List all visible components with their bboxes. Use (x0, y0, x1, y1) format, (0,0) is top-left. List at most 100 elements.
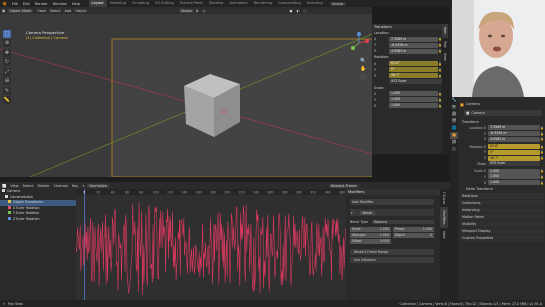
tab-tool[interactable]: Tool (442, 38, 448, 50)
shading-material-icon[interactable]: ◐ (294, 9, 301, 13)
prop-loc-z-field[interactable]: 4.9583 m (488, 136, 540, 142)
prop-rot-x-field[interactable]: 63.6° (488, 144, 540, 150)
visibility-section[interactable]: Visibility (460, 220, 544, 227)
zoom-view-icon[interactable]: 🔍 (360, 58, 366, 64)
lock-icon[interactable]: 🔒 (540, 126, 544, 130)
scale-icon[interactable]: ⤢ (3, 67, 11, 76)
world-properties-icon[interactable]: 🌐 (450, 125, 458, 132)
rotation-mode-dropdown[interactable]: XYZ Euler (389, 78, 442, 84)
relations-section[interactable]: Relations (460, 192, 544, 199)
delta-transform-section[interactable]: Delta Transform (460, 186, 544, 192)
add-modifier-dropdown[interactable]: Add Modifier (350, 199, 434, 205)
workspace-tab-sculpting[interactable]: Sculpting (129, 0, 152, 7)
camera-data-icon[interactable]: 🎥 (450, 146, 458, 153)
rotation-x-field[interactable]: 63.6° (389, 61, 438, 67)
object-properties-icon[interactable]: ■ (450, 132, 458, 139)
lock-icon[interactable]: 🔒 (540, 150, 544, 154)
prop-scale-y-field[interactable]: 1.000 (488, 174, 540, 180)
measure-icon[interactable]: 📏 (3, 96, 11, 104)
normalize-toggle[interactable]: Normalize (87, 183, 109, 188)
editor-type-icon[interactable]: ▣ (0, 9, 7, 13)
shading-rendered-icon[interactable]: ○ (302, 9, 309, 13)
prop-scale-z-field[interactable]: 1.000 (488, 180, 540, 186)
depth-field[interactable]: Depth 0 (393, 232, 434, 238)
mode-dropdown[interactable]: Object Mode (7, 8, 34, 13)
restrict-frame-range-toggle[interactable]: Restrict Frame Range (350, 249, 434, 255)
collections-section[interactable]: Collections (460, 199, 544, 206)
lock-icon[interactable]: 🔒 (540, 145, 544, 149)
blend-type-dropdown[interactable]: Replace (372, 220, 434, 224)
annotate-icon[interactable]: ✎ (3, 86, 11, 95)
rotation-mode-dropdown[interactable]: XYZ Euler (488, 161, 540, 167)
move-icon[interactable]: ✥ (3, 48, 11, 57)
workspace-tab-shading[interactable]: Shading (206, 0, 227, 7)
workspace-tab-modeling[interactable]: Modeling (107, 0, 129, 7)
motion-paths-section[interactable]: Motion Paths (460, 213, 544, 220)
scale-x-field[interactable]: 1.000 (389, 91, 438, 97)
scale-y-field[interactable]: 1.000 (389, 97, 438, 103)
pointer-icon[interactable]: ↖ (80, 184, 87, 188)
transform-icon[interactable]: ⊞ (3, 77, 11, 85)
pan-view-icon[interactable]: ✋ (360, 66, 366, 72)
graph-editor-icon[interactable]: 📈 (0, 184, 8, 188)
blender-logo-icon[interactable]: ◉ (0, 1, 9, 7)
noise-label[interactable]: Noise (359, 210, 375, 215)
menu-view[interactable]: View (8, 184, 20, 188)
camera-view-icon[interactable]: 🎥 (360, 74, 366, 80)
tab-modifiers[interactable]: Modifiers (440, 207, 448, 228)
scene-selector[interactable]: Scene (329, 1, 346, 6)
collapse-icon[interactable]: ▾ (350, 211, 354, 215)
transform-section-header[interactable]: Transform (460, 119, 544, 125)
viewport-display-section[interactable]: Viewport Display (460, 227, 544, 234)
workspace-tab-animation[interactable]: Animation (226, 0, 250, 7)
render-properties-icon[interactable]: 📷 (450, 104, 458, 111)
use-influence-toggle[interactable]: Use Influence (350, 257, 434, 263)
menu-add[interactable]: Add (63, 9, 74, 13)
menu-view[interactable]: View (35, 9, 47, 13)
lock-icon[interactable]: 🔒 (540, 181, 544, 185)
location-x-field[interactable]: 7.3589 m (389, 36, 438, 42)
menu-key[interactable]: Key (70, 184, 80, 188)
rotation-y-field[interactable]: 0° (389, 67, 438, 73)
object-name-field[interactable]: ■ Camera (464, 110, 542, 116)
prop-loc-x-field[interactable]: 7.3589 m (488, 125, 540, 131)
location-y-field[interactable]: -6.9258 m (389, 42, 438, 48)
tab-view[interactable]: View (440, 228, 448, 242)
constraints-icon[interactable]: ⛓ (450, 139, 458, 146)
menu-object[interactable]: Object (73, 9, 88, 13)
offset-field[interactable]: Offset 0.000 (350, 238, 391, 244)
tab-f-curve[interactable]: F-Curve (440, 189, 448, 207)
output-properties-icon[interactable]: 🖨 (450, 111, 458, 118)
menu-render[interactable]: Render (32, 2, 50, 6)
scale-z-field[interactable]: 1.000 (389, 103, 438, 109)
menu-edit[interactable]: Edit (20, 2, 32, 6)
rotate-icon[interactable]: ↻ (3, 58, 11, 66)
proportional-edit-icon[interactable]: ◎ (200, 9, 207, 13)
workspace-tab-texture-paint[interactable]: Texture Paint (177, 0, 206, 7)
tool-properties-icon[interactable]: 🔧 (450, 97, 458, 104)
lock-icon[interactable]: 🔒 (540, 132, 544, 136)
custom-properties-section[interactable]: Custom Properties (460, 234, 544, 241)
location-z-field[interactable]: 4.9583 m (389, 48, 438, 54)
workspace-tab-uv-editing[interactable]: UV Editing (152, 0, 177, 7)
channel-item[interactable]: Z Euler Rotation (0, 216, 76, 223)
menu-select[interactable]: Select (21, 184, 36, 188)
lock-icon[interactable]: 🔒 (540, 169, 544, 173)
shading-solid-icon[interactable]: ● (287, 9, 294, 13)
menu-channel[interactable]: Channel (52, 184, 70, 188)
lock-icon[interactable]: 🔒 (540, 175, 544, 179)
select-box-icon[interactable]: ⬚ (3, 29, 11, 38)
workspace-tab-compositing[interactable]: Compositing (275, 0, 304, 7)
tab-item[interactable]: Item (442, 24, 448, 38)
tab-view[interactable]: View (442, 50, 448, 64)
phase-field[interactable]: Phase 1.000 (393, 227, 434, 232)
lock-icon[interactable]: 🔒 (540, 137, 544, 141)
strength-field[interactable]: Strength 1.000 (350, 232, 391, 238)
lock-icon[interactable]: 🔒 (540, 156, 544, 160)
viewport-3d[interactable]: Camera Perspective (1) Collection | Came… (0, 14, 372, 177)
menu-marker[interactable]: Marker (35, 184, 51, 188)
prop-loc-y-field[interactable]: -6.9258 m (488, 131, 540, 137)
instancing-section[interactable]: Instancing (460, 206, 544, 213)
graph-area[interactable]: 0 20 40 60 80 100 120 140 160 180 200 220 240 260 280 3… (76, 189, 346, 300)
cursor-3d-icon[interactable]: ⊕ (3, 39, 11, 47)
